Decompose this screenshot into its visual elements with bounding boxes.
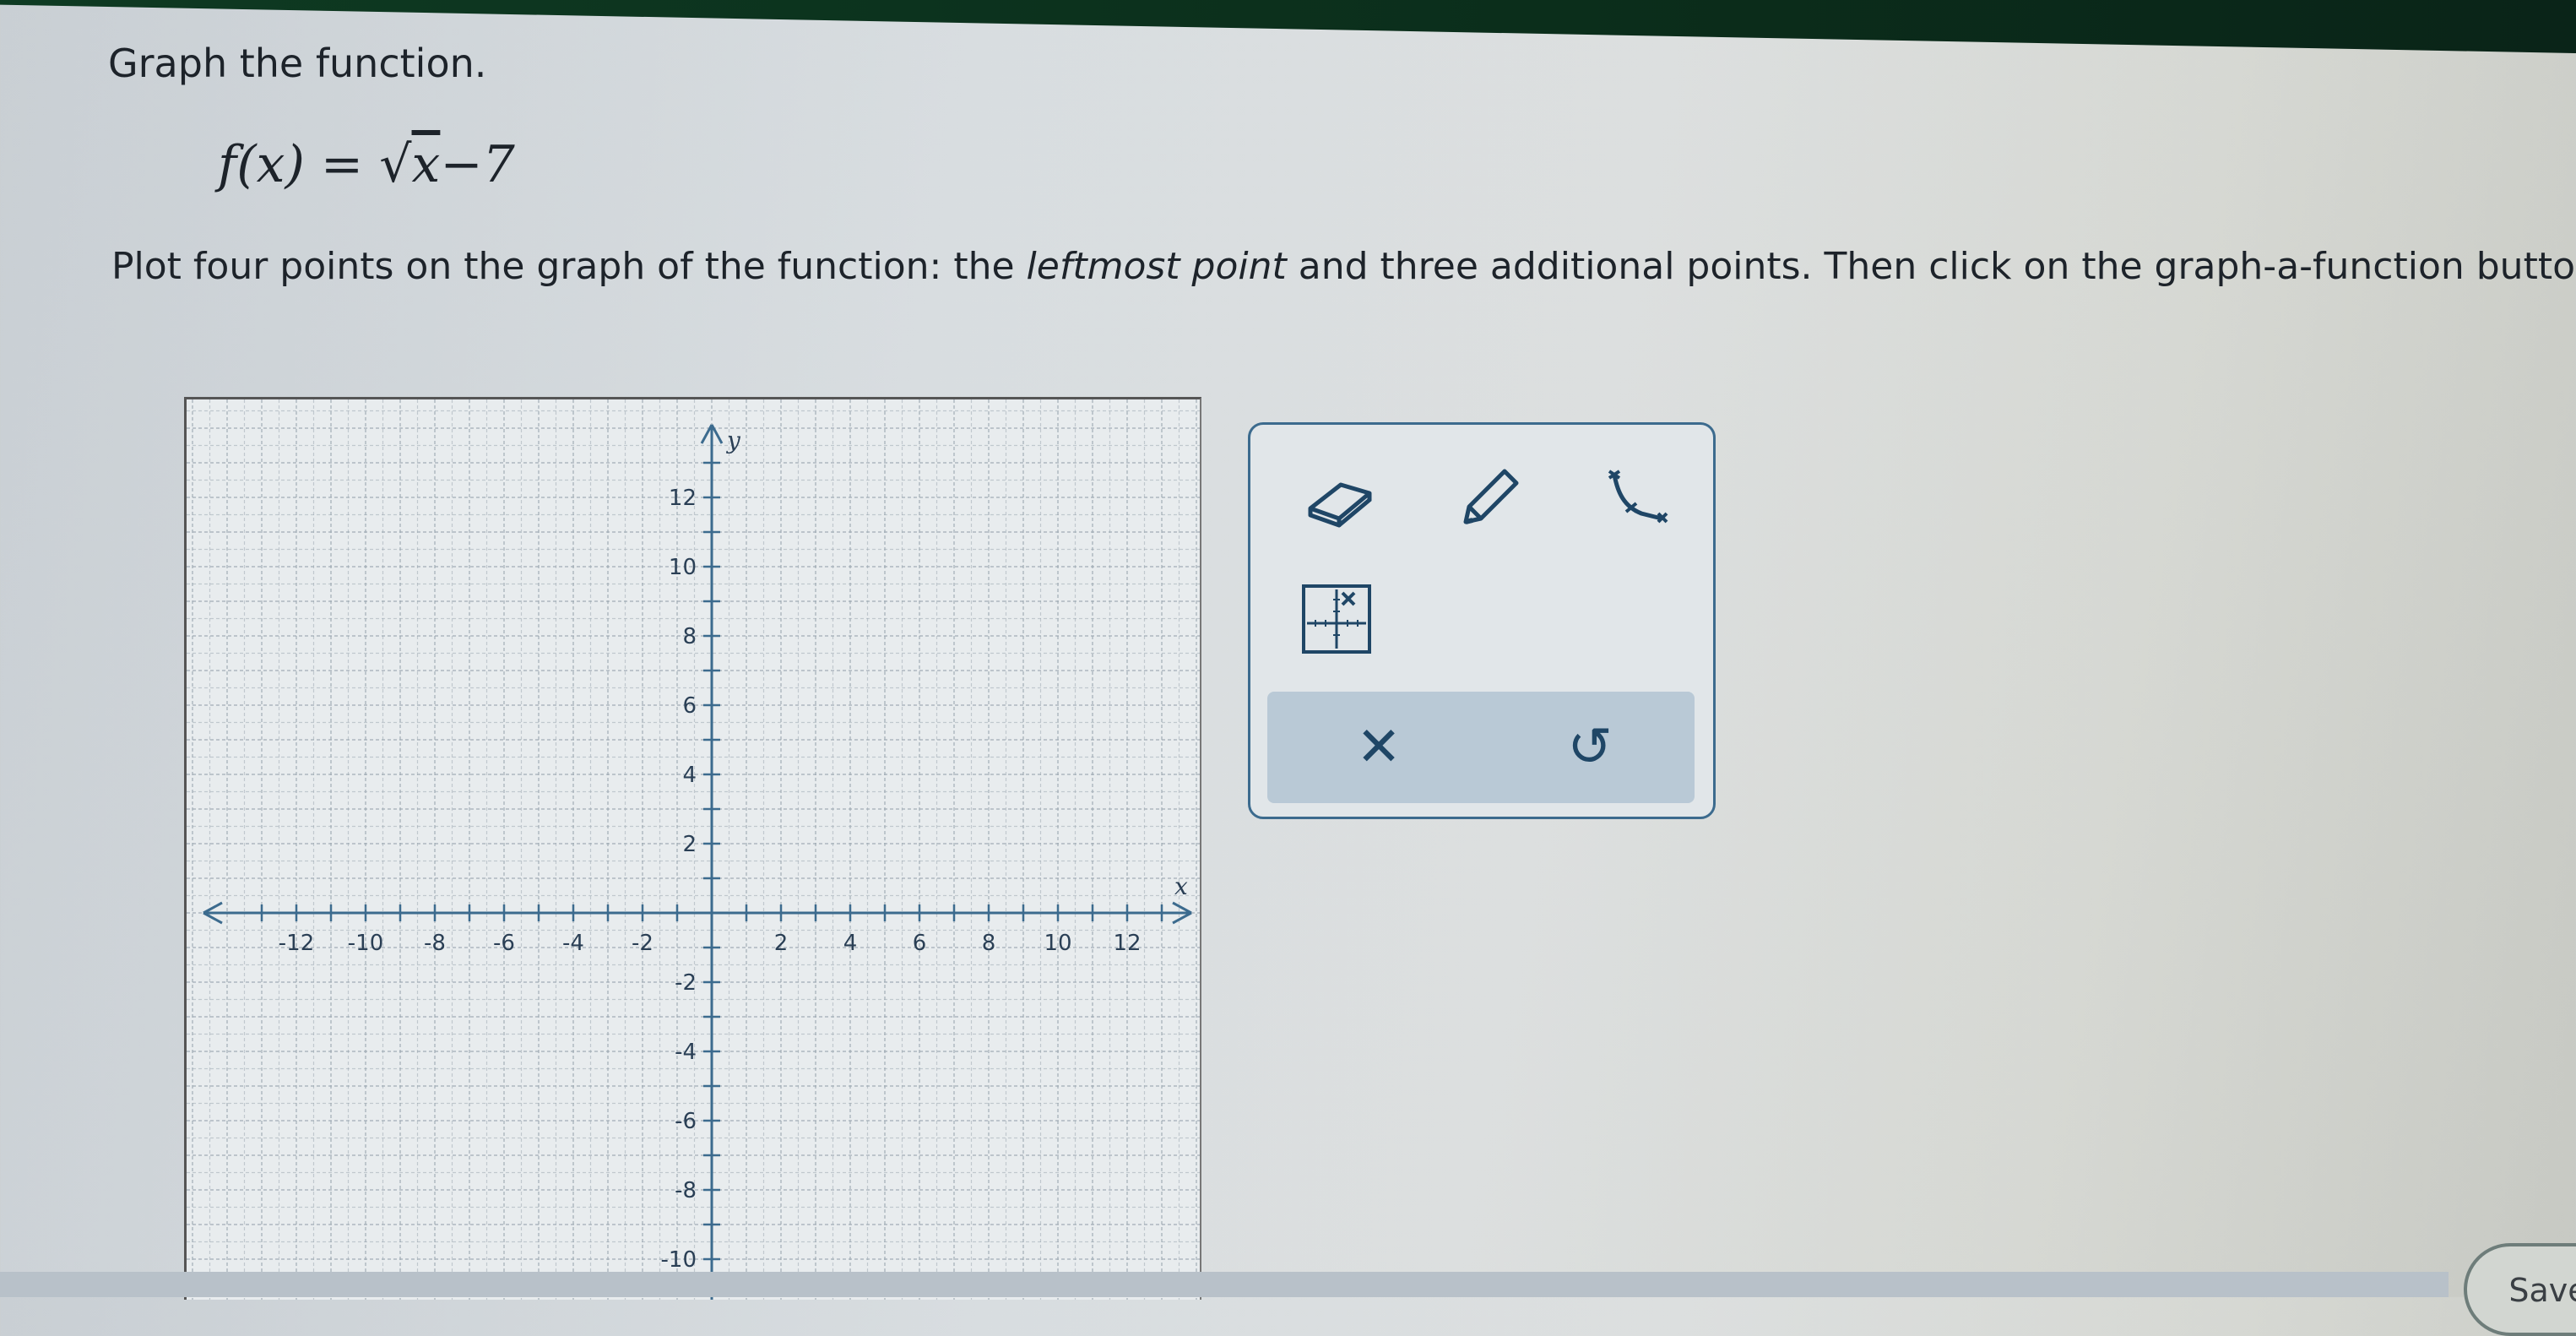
y-tick-label: 8	[682, 624, 697, 649]
formula-radicand: x	[411, 135, 441, 194]
x-tick-label: 8	[982, 931, 996, 956]
axis-grid-tool-button[interactable]	[1294, 577, 1379, 661]
x-tick-label: 4	[843, 931, 858, 956]
x-tick-label: 10	[1044, 931, 1071, 956]
function-formula: f(x) = √x−7	[218, 135, 515, 194]
x-tick-label: -10	[348, 931, 383, 956]
x-tick-label: 12	[1113, 931, 1141, 956]
undo-button[interactable]: ↺	[1548, 712, 1632, 783]
y-tick-label: -4	[675, 1040, 697, 1065]
prompt-title: Graph the function.	[108, 41, 487, 86]
graph-toolbox: ✕ ↺	[1248, 422, 1716, 819]
eraser-icon	[1308, 482, 1372, 528]
formula-lhs: f(x) =	[218, 135, 364, 194]
y-tick-label: 2	[682, 832, 697, 857]
clear-button[interactable]: ✕	[1337, 712, 1421, 783]
x-tick-label: -8	[424, 931, 446, 956]
x-tick-label: -4	[562, 931, 584, 956]
instructions-part2: and three additional points. Then click …	[1298, 245, 2576, 288]
axis-grid-icon	[1302, 584, 1371, 654]
save-button[interactable]: Save	[2464, 1243, 2576, 1336]
y-tick-label: 12	[669, 486, 697, 511]
x-tick-label: 6	[913, 931, 927, 956]
instructions-text: Plot four points on the graph of the fun…	[111, 245, 2576, 288]
y-axis-label: y	[725, 426, 741, 454]
y-tick-label: 4	[682, 763, 697, 788]
pencil-tool-button[interactable]	[1445, 455, 1529, 540]
coordinate-plane[interactable]: -12 -10 -8 -6 -4 -2 2 4 6 8 10 12 -10 -8 -6 -4 -2 2 4 6 8 10 1…	[187, 399, 1200, 1300]
y-tick-label: -10	[661, 1247, 697, 1273]
pencil-icon	[1463, 469, 1519, 524]
x-tick-label: 2	[774, 931, 789, 956]
graph-a-function-button[interactable]	[1592, 455, 1676, 540]
y-tick-label: -8	[675, 1178, 697, 1203]
eraser-tool-button[interactable]	[1298, 455, 1382, 540]
y-tick-label: 6	[682, 693, 697, 719]
instructions-part1: Plot four points on the graph of the fun…	[111, 245, 1015, 288]
x-tick-label: -6	[493, 931, 515, 956]
x-tick-label: -2	[632, 931, 653, 956]
bottom-strip	[0, 1272, 2449, 1297]
x-tick-label: -12	[279, 931, 314, 956]
graph-area[interactable]: -12 -10 -8 -6 -4 -2 2 4 6 8 10 12 -10 -8 -6 -4 -2 2 4 6 8 10 1…	[184, 397, 1201, 1300]
instructions-emphasis: leftmost point	[1026, 245, 1287, 288]
function-curve-icon	[1608, 470, 1668, 524]
y-tick-label: -6	[675, 1109, 697, 1134]
y-tick-label: -2	[675, 970, 697, 996]
sqrt-symbol: √	[379, 135, 412, 194]
x-axis-label: x	[1174, 872, 1188, 900]
formula-rhs: −7	[440, 135, 515, 194]
y-tick-label: 10	[669, 555, 697, 580]
action-bar: ✕ ↺	[1267, 692, 1695, 803]
